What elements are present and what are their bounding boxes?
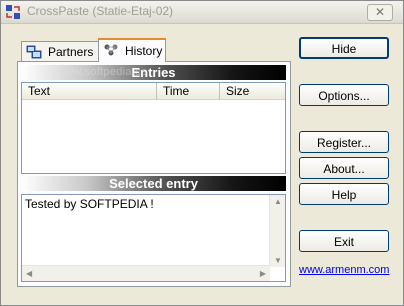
- app-window: CrossPaste (Statie-Etaj-02) ✕ Partners H…: [0, 0, 404, 306]
- close-button[interactable]: ✕: [367, 4, 393, 21]
- exit-button[interactable]: Exit: [299, 230, 389, 252]
- entries-list[interactable]: Text Time Size: [21, 82, 286, 174]
- entries-header: www.softpedia.co Entries: [21, 65, 286, 80]
- horizontal-scrollbar[interactable]: ◀ ▶: [22, 265, 270, 281]
- vertical-scrollbar[interactable]: ▲ ▼: [269, 195, 285, 267]
- scroll-right-icon[interactable]: ▶: [260, 269, 266, 278]
- column-header-time[interactable]: Time: [157, 83, 220, 100]
- tab-partners-label: Partners: [48, 45, 94, 59]
- scroll-left-icon[interactable]: ◀: [26, 269, 32, 278]
- tab-partners[interactable]: Partners: [21, 41, 99, 61]
- scroll-up-icon[interactable]: ▲: [274, 197, 282, 206]
- history-panel: www.softpedia.co Entries Text Time Size …: [17, 61, 291, 287]
- selected-entry-textarea[interactable]: Tested by SOFTPEDIA ! ▲ ▼ ◀ ▶: [21, 194, 286, 282]
- column-header-text[interactable]: Text: [22, 83, 157, 100]
- partners-icon: [26, 45, 42, 59]
- history-icon: [104, 44, 118, 56]
- window-title: CrossPaste (Statie-Etaj-02): [27, 4, 174, 18]
- selected-entry-text: Tested by SOFTPEDIA !: [25, 197, 154, 211]
- crosspaste-app-icon: [6, 5, 20, 19]
- website-link[interactable]: www.armenm.com: [299, 264, 389, 276]
- tab-history-label: History: [125, 44, 163, 58]
- options-button[interactable]: Options...: [299, 84, 389, 106]
- tab-history[interactable]: History: [98, 38, 166, 62]
- watermark: www.softpedia.co: [57, 66, 148, 78]
- selected-entry-header-label: Selected entry: [109, 176, 198, 191]
- register-button[interactable]: Register...: [299, 131, 389, 153]
- hide-button[interactable]: Hide: [299, 37, 389, 59]
- column-header-size[interactable]: Size: [220, 83, 285, 100]
- scroll-down-icon[interactable]: ▼: [274, 256, 282, 265]
- help-button[interactable]: Help: [299, 183, 389, 205]
- title-bar[interactable]: CrossPaste (Statie-Etaj-02) ✕: [1, 1, 403, 24]
- selected-entry-header: Selected entry: [21, 176, 286, 191]
- about-button[interactable]: About...: [299, 157, 389, 179]
